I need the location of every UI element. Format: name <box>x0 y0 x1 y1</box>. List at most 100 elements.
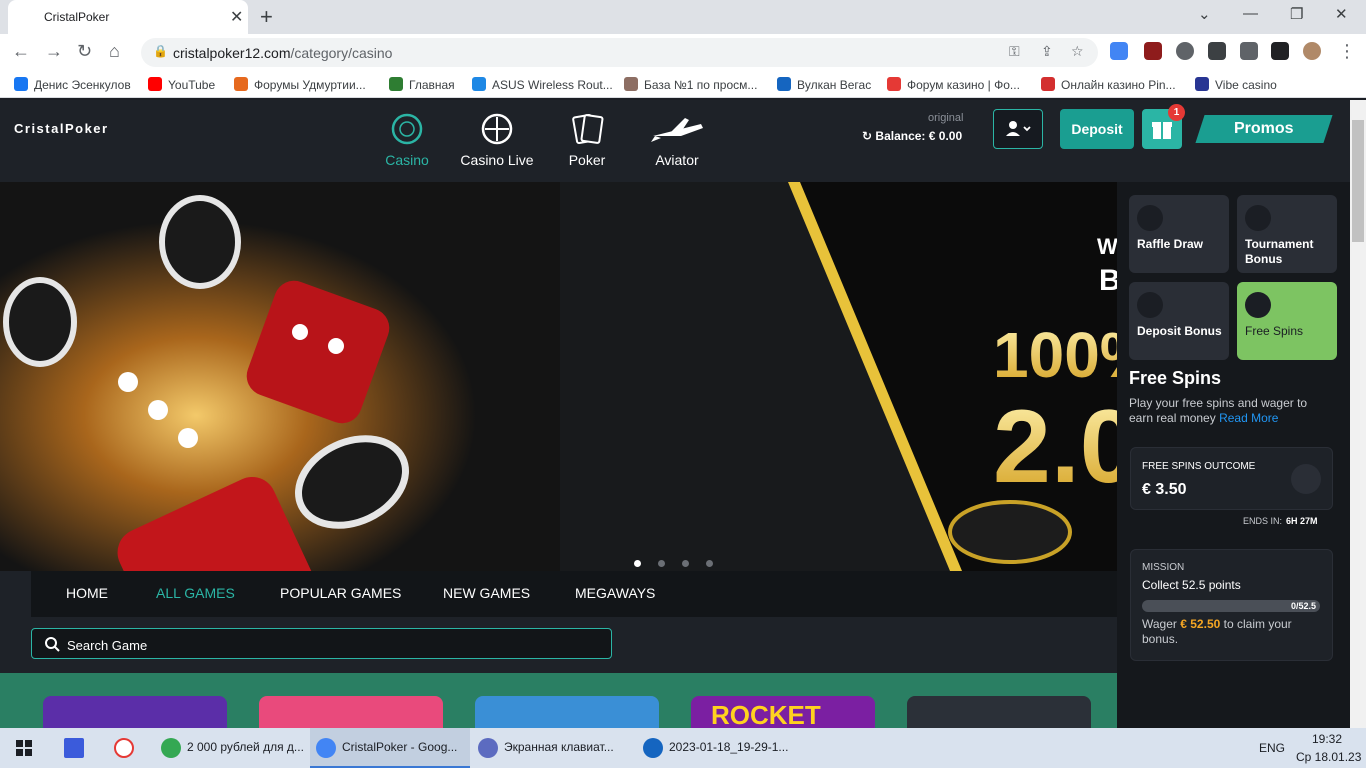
bookmark-favicon-icon <box>472 77 486 91</box>
casino-chip-icon <box>391 113 423 145</box>
game-tile[interactable] <box>43 696 227 728</box>
reload-icon[interactable]: ↻ <box>77 41 92 62</box>
puzzle-icon[interactable] <box>1208 42 1226 60</box>
banner-dot[interactable] <box>682 560 689 567</box>
bookmark-item[interactable]: Форум казино | Фо... <box>887 77 1020 92</box>
star-icon[interactable]: ☆ <box>1071 43 1084 60</box>
nav-label: Casino <box>385 152 429 168</box>
bookmark-label: Vibe casino <box>1215 78 1277 92</box>
home-icon[interactable]: ⌂ <box>109 41 120 62</box>
browser-tab-strip: CristalPoker ✕ + ⌄ — ❐ ✕ <box>0 0 1366 34</box>
taskbar-app[interactable]: 2023-01-18_19-29-1... <box>637 728 797 768</box>
promos-button[interactable]: Promos <box>1195 115 1333 143</box>
promo-card-raffle-draw[interactable]: Raffle Draw <box>1129 195 1229 273</box>
nav-casino[interactable]: Casino <box>361 112 453 168</box>
read-more-link[interactable]: Read More <box>1219 411 1278 425</box>
taskbar-app[interactable]: 2 000 рублей для д... <box>155 728 305 768</box>
back-icon[interactable]: ← <box>12 41 30 62</box>
site-logo[interactable]: CristalPoker <box>14 121 109 136</box>
new-tab-icon[interactable]: + <box>260 4 273 30</box>
promo-card-tournament-bonus[interactable]: Tournament Bonus <box>1237 195 1337 273</box>
banner-dot[interactable] <box>658 560 665 567</box>
bookmark-label: Форумы Удмуртии... <box>254 78 366 92</box>
taskbar-app-label: CristalPoker - Goog... <box>342 740 458 754</box>
bookmark-item[interactable]: ASUS Wireless Rout... <box>472 77 613 92</box>
language-indicator[interactable]: ENG <box>1259 741 1285 755</box>
tab-close-icon[interactable]: ✕ <box>230 7 243 27</box>
scrollbar-thumb[interactable] <box>1352 120 1364 242</box>
tab-search-icon[interactable]: ⌄ <box>1198 5 1211 23</box>
bookmark-favicon-icon <box>624 77 638 91</box>
promo-card-deposit-bonus[interactable]: Deposit Bonus <box>1129 282 1229 360</box>
tab-home[interactable]: HOME <box>66 585 108 601</box>
promo-banner[interactable]: 100% 2.0 W B <box>0 182 1117 571</box>
translate-extension-icon[interactable] <box>1110 42 1128 60</box>
menu-dots-icon[interactable]: ⋮ <box>1338 41 1356 62</box>
ends-in-value: 6H 27M <box>1286 516 1318 526</box>
nav-aviator[interactable]: Aviator <box>631 112 723 168</box>
free-spins-outcome: FREE SPINS OUTCOME € 3.50 <box>1130 447 1333 510</box>
taskbar-app[interactable]: Экранная клавиат... <box>472 728 632 768</box>
tab-all-games[interactable]: ALL GAMES <box>156 585 235 601</box>
gift-count-badge: 1 <box>1168 104 1185 121</box>
balance-display[interactable]: ↻ Balance: € 0.00 <box>862 129 962 143</box>
user-menu-button[interactable] <box>993 109 1043 149</box>
forward-icon[interactable]: → <box>45 41 63 62</box>
deposit-button[interactable]: Deposit <box>1060 109 1134 149</box>
bookmark-favicon-icon <box>1041 77 1055 91</box>
search-game-input[interactable]: Search Game <box>31 628 612 659</box>
banner-corner-text-1: W <box>1097 234 1117 259</box>
restore-icon[interactable]: ❐ <box>1290 5 1303 23</box>
side-panel-icon[interactable] <box>1271 42 1289 60</box>
game-tile[interactable] <box>907 696 1091 728</box>
lock-icon[interactable]: 🔒 <box>153 44 168 58</box>
bookmark-label: Вулкан Вегас <box>797 78 872 92</box>
ublock-extension-icon[interactable] <box>1144 42 1162 60</box>
bookmark-item[interactable]: База №1 по просм... <box>624 77 757 92</box>
user-icon <box>1006 121 1031 136</box>
bookmark-item[interactable]: Денис Эсенкулов <box>14 77 131 92</box>
minimize-icon[interactable]: — <box>1243 5 1258 22</box>
taskbar-app[interactable]: CristalPoker - Goog... <box>310 728 470 768</box>
promo-card-label: Raffle Draw <box>1137 237 1204 251</box>
bookmark-item[interactable]: YouTube <box>148 77 215 92</box>
tab-popular-games[interactable]: POPULAR GAMES <box>280 585 401 601</box>
windows-start-icon[interactable] <box>4 728 44 768</box>
bookmark-item[interactable]: Форумы Удмуртии... <box>234 77 366 92</box>
browser-toolbar: ← → ↻ ⌂ 🔒 cristalpoker12.com/category/ca… <box>0 34 1366 71</box>
clock-time[interactable]: 19:32 <box>1312 732 1342 746</box>
bookmark-label: База №1 по просм... <box>644 78 758 92</box>
nav-label: Casino Live <box>460 152 534 168</box>
taskbar-app-icon <box>643 738 663 758</box>
bookmark-item[interactable]: Онлайн казино Pin... <box>1041 77 1176 92</box>
balance-text: Balance: € 0.00 <box>875 129 963 143</box>
banner-dot[interactable] <box>706 560 713 567</box>
extension-icon[interactable] <box>1176 42 1194 60</box>
game-tile[interactable] <box>259 696 443 728</box>
yandex-browser-icon[interactable] <box>114 738 134 758</box>
save-icon[interactable] <box>64 738 84 758</box>
free-spins-title: Free Spins <box>1129 368 1222 388</box>
address-bar[interactable]: 🔒 cristalpoker12.com/category/casino ⚿ ⇪… <box>141 38 1098 67</box>
nav-poker[interactable]: Poker <box>541 112 633 168</box>
refresh-icon[interactable]: ↻ <box>862 129 872 143</box>
share-icon[interactable]: ⇪ <box>1041 43 1053 60</box>
profile-avatar[interactable] <box>1303 42 1321 60</box>
bookmarks-bar: Денис Эсенкулов YouTube Форумы Удмуртии...… <box>0 71 1366 98</box>
nav-casino-live[interactable]: Casino Live <box>451 112 543 168</box>
banner-dot[interactable] <box>634 560 641 567</box>
media-icon[interactable] <box>1240 42 1258 60</box>
game-tile[interactable] <box>475 696 659 728</box>
tab-new-games[interactable]: NEW GAMES <box>443 585 530 601</box>
bookmark-item[interactable]: Главная <box>389 77 455 92</box>
tab-megaways[interactable]: MEGAWAYS <box>575 585 655 601</box>
outcome-label: FREE SPINS OUTCOME <box>1142 461 1256 472</box>
browser-tab[interactable]: CristalPoker ✕ <box>8 0 248 34</box>
bookmark-item[interactable]: Вулкан Вегас <box>777 77 871 92</box>
key-icon[interactable]: ⚿ <box>1009 43 1020 60</box>
clock-date[interactable]: Ср 18.01.23 <box>1296 750 1361 764</box>
promo-card-free-spins[interactable]: Free Spins <box>1237 282 1337 360</box>
bookmark-item[interactable]: Vibe casino <box>1195 77 1277 92</box>
window-close-icon[interactable]: ✕ <box>1335 5 1348 23</box>
game-tile[interactable]: ROCKET <box>691 696 875 728</box>
